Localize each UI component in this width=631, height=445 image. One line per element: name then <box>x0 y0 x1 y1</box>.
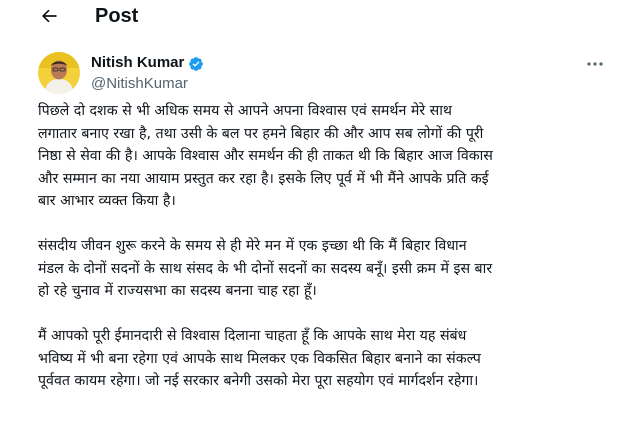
avatar-image <box>38 52 80 94</box>
tweet-line: पिछले दो दशक से भी अधिक समय से आपने अपना… <box>38 103 452 119</box>
tweet-paragraph: संसदीय जीवन शुरू करने के समय से ही मेरे … <box>38 235 628 303</box>
tweet-line: भविष्य में भी बना रहेगा एवं आपके साथ मिल… <box>38 350 481 367</box>
author-name[interactable]: Nitish Kumar <box>91 54 204 72</box>
tweet-line: बार आभार व्यक्त किया है। <box>38 193 176 209</box>
arrow-left-icon <box>41 9 57 23</box>
avatar[interactable] <box>38 52 80 94</box>
tweet-line: संसदीय जीवन शुरू करने के समय से ही मेरे … <box>38 238 467 254</box>
tweet-text: पिछले दो दशक से भी अधिक समय से आपने अपना… <box>38 100 628 415</box>
author-handle[interactable]: @NitishKumar <box>91 75 188 93</box>
more-options-button[interactable] <box>583 54 607 74</box>
tweet-line: निष्ठा से सेवा की है। आपके विश्वास और सम… <box>38 148 493 164</box>
more-horizontal-icon <box>587 62 603 66</box>
tweet-paragraph: पिछले दो दशक से भी अधिक समय से आपने अपना… <box>38 100 628 213</box>
tweet-line: और सम्मान का नया आयाम प्रस्तुत कर रहा है… <box>38 170 489 187</box>
back-button[interactable] <box>36 3 62 29</box>
tweet-line: पूर्ववत कायम रहेगा। जो नई सरकार बनेगी उस… <box>38 373 479 389</box>
tweet-line: लगातार बनाए रखा है, तथा उसी के बल पर हमन… <box>38 125 484 142</box>
verified-badge-icon <box>189 56 204 71</box>
tweet-paragraph: मैं आपको पूरी ईमानदारी से विश्वास दिलाना… <box>38 325 628 393</box>
author-name-text: Nitish Kumar <box>91 54 185 71</box>
top-bar: Post <box>0 0 631 32</box>
page-title: Post <box>95 5 139 27</box>
tweet-line: हो रहे चुनाव में राज्यसभा का सदस्य बनना … <box>38 283 317 299</box>
tweet-line: मंडल के दोनों सदनों के साथ संसद के भी दो… <box>38 260 493 277</box>
tweet-line: मैं आपको पूरी ईमानदारी से विश्वास दिलाना… <box>38 328 467 344</box>
